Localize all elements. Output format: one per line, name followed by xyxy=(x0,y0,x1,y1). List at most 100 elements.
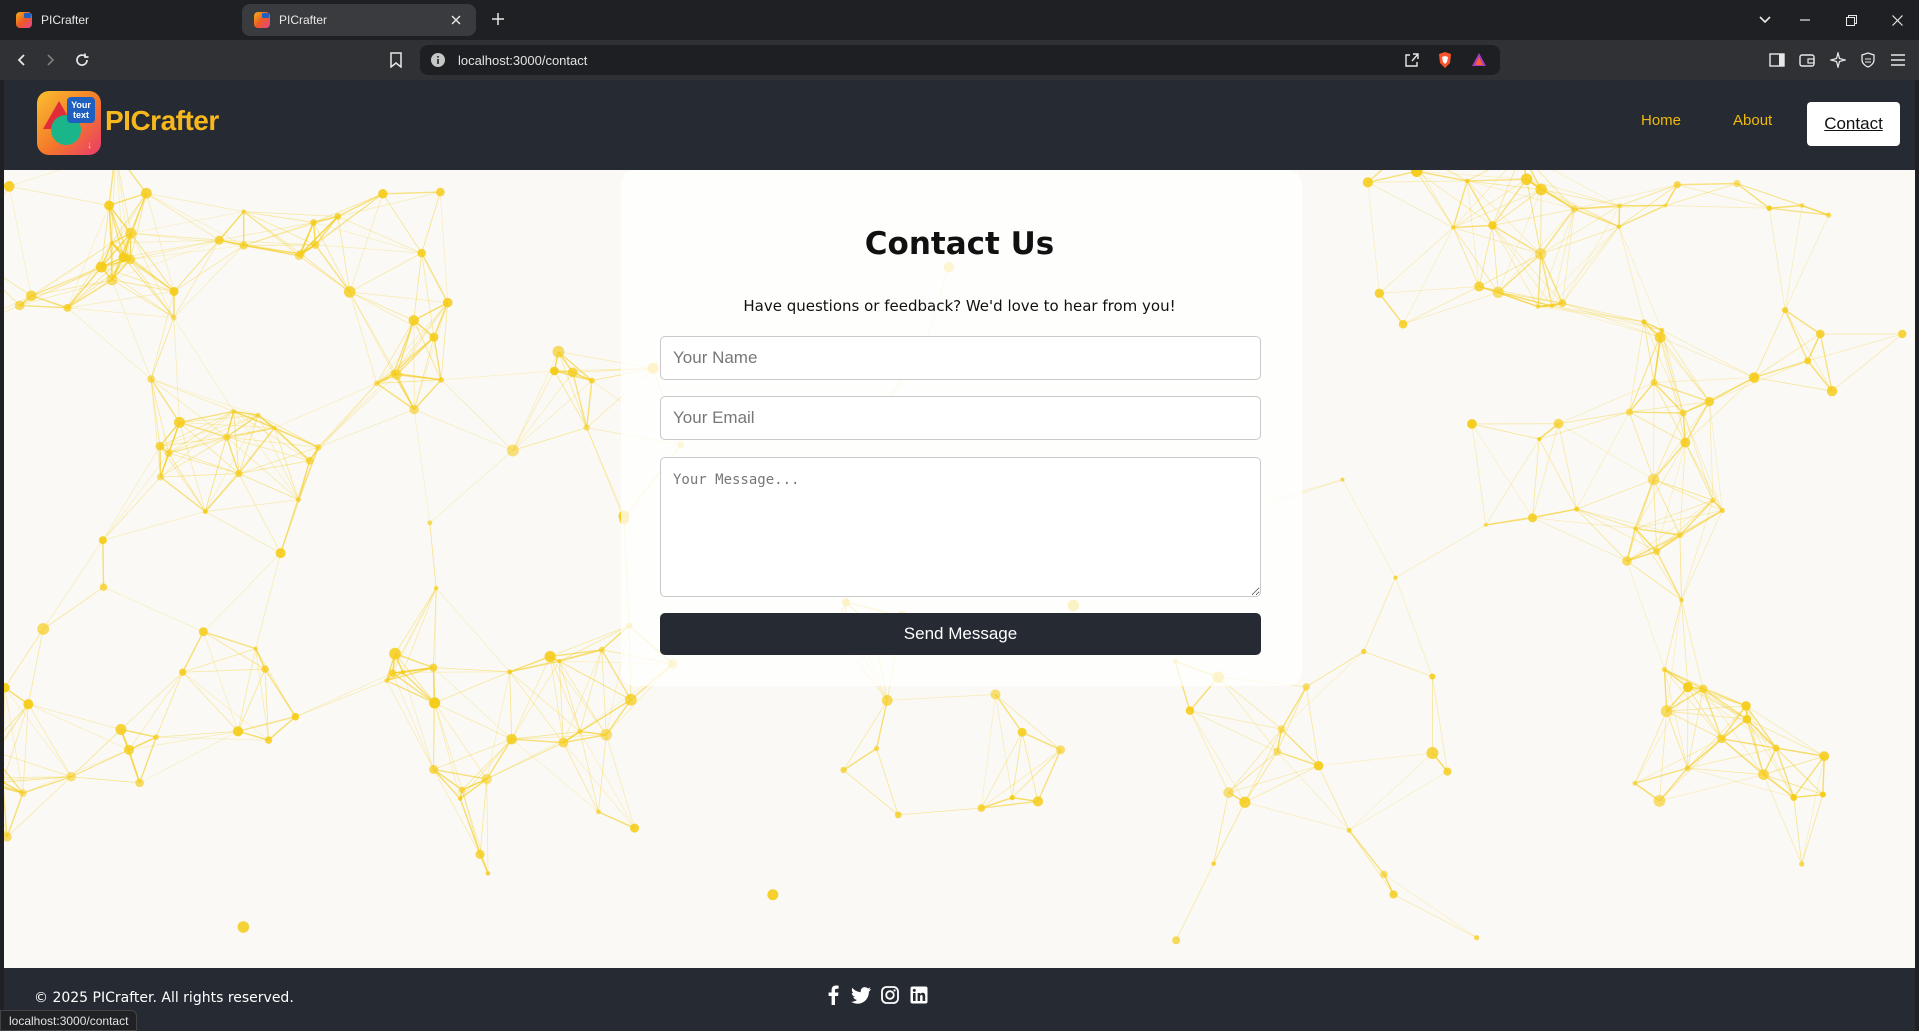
network-dot xyxy=(1650,379,1658,387)
instagram-icon[interactable] xyxy=(879,984,901,1006)
network-dot xyxy=(1676,532,1683,539)
network-line xyxy=(598,811,635,829)
site-header: Your text ↓ PICrafter Home About Contact xyxy=(4,80,1915,170)
network-dot xyxy=(1346,827,1352,833)
network-line xyxy=(1736,182,1770,209)
site-favicon-icon xyxy=(254,12,270,28)
nav-contact-link[interactable]: Contact xyxy=(1807,102,1900,146)
network-line xyxy=(1467,178,1527,182)
network-line xyxy=(434,702,463,791)
network-line xyxy=(1228,728,1282,793)
network-line xyxy=(42,539,104,630)
network-dot xyxy=(275,548,286,559)
brave-shields-icon[interactable] xyxy=(1435,50,1455,70)
network-dot xyxy=(1663,203,1668,208)
leo-ai-icon[interactable] xyxy=(1828,50,1848,70)
network-line xyxy=(1659,336,1755,378)
network-line xyxy=(1280,728,1320,767)
network-dot xyxy=(315,444,322,451)
name-input[interactable] xyxy=(660,336,1261,380)
facebook-icon[interactable] xyxy=(822,984,844,1006)
site-info-icon[interactable] xyxy=(430,52,446,68)
network-line xyxy=(1666,600,1682,712)
network-line xyxy=(441,370,555,381)
back-icon[interactable] xyxy=(10,48,34,72)
network-line xyxy=(434,671,510,704)
nav-about-link[interactable]: About xyxy=(1733,112,1772,129)
bookmark-icon[interactable] xyxy=(384,48,408,72)
browser-tab-active[interactable]: PICrafter xyxy=(242,4,476,36)
reload-icon[interactable] xyxy=(70,48,94,72)
network-line xyxy=(22,749,130,794)
network-line xyxy=(512,370,555,451)
network-dot xyxy=(1032,796,1044,807)
network-dot xyxy=(305,456,314,465)
linkedin-icon[interactable] xyxy=(908,984,930,1006)
browser-tab[interactable]: PICrafter xyxy=(4,4,240,36)
network-dot xyxy=(1661,666,1668,673)
network-dot xyxy=(506,733,517,745)
network-dot xyxy=(99,583,108,592)
network-line xyxy=(1807,333,1903,362)
network-dot xyxy=(458,786,466,794)
network-dot xyxy=(1313,761,1324,771)
close-tab-icon[interactable] xyxy=(448,12,464,28)
network-line xyxy=(1681,500,1714,601)
network-line xyxy=(434,702,512,740)
message-textarea[interactable] xyxy=(660,457,1261,597)
network-dot xyxy=(1617,203,1623,209)
network-dot xyxy=(1570,205,1578,213)
network-dot xyxy=(1553,418,1564,429)
nav-home-link[interactable]: Home xyxy=(1641,112,1681,129)
network-dot xyxy=(106,274,118,286)
vpn-shield-icon[interactable] xyxy=(1858,50,1878,70)
sidebar-icon[interactable] xyxy=(1767,50,1787,70)
network-line xyxy=(1576,479,1654,510)
send-message-button[interactable]: Send Message xyxy=(660,613,1261,655)
network-dot xyxy=(1748,372,1760,383)
network-line xyxy=(150,378,181,423)
network-dot xyxy=(1632,780,1638,786)
share-icon[interactable] xyxy=(1402,50,1422,70)
tab-title: PICrafter xyxy=(41,13,90,27)
network-line xyxy=(4,703,29,732)
network-line xyxy=(6,792,24,838)
page-subtitle: Have questions or feedback? We'd love to… xyxy=(743,297,1176,315)
network-line xyxy=(159,445,240,474)
network-dot xyxy=(1790,794,1798,801)
network-line xyxy=(549,656,581,732)
restore-icon[interactable] xyxy=(1839,8,1863,32)
minimize-icon[interactable] xyxy=(1793,8,1817,32)
picrafter-logo[interactable]: Your text ↓ xyxy=(37,91,101,155)
close-window-icon[interactable] xyxy=(1885,8,1909,32)
network-line xyxy=(1037,749,1062,802)
brand-name[interactable]: PICrafter xyxy=(105,105,219,137)
network-line xyxy=(111,279,152,380)
address-url: localhost:3000/contact xyxy=(458,53,588,68)
network-dot xyxy=(1277,725,1286,734)
network-dot xyxy=(231,408,237,414)
network-line xyxy=(1363,577,1396,652)
forward-icon[interactable] xyxy=(38,48,62,72)
tab-search-chevron-icon[interactable] xyxy=(1753,8,1777,32)
network-line xyxy=(255,552,282,649)
network-dot xyxy=(389,647,401,660)
email-input[interactable] xyxy=(660,396,1261,440)
wallet-icon[interactable] xyxy=(1797,50,1817,70)
address-bar[interactable]: localhost:3000/contact xyxy=(420,45,1500,75)
network-dot xyxy=(1819,751,1830,762)
network-dot xyxy=(255,412,261,418)
twitter-icon[interactable] xyxy=(850,984,872,1006)
network-line xyxy=(203,552,281,633)
menu-icon[interactable] xyxy=(1888,50,1908,70)
network-line xyxy=(1348,830,1394,895)
network-line xyxy=(396,373,442,381)
brave-rewards-icon[interactable] xyxy=(1469,50,1489,70)
network-dot xyxy=(1474,935,1480,941)
network-line xyxy=(274,427,319,448)
network-line xyxy=(1801,794,1824,865)
network-line xyxy=(479,779,488,855)
network-line xyxy=(71,749,130,778)
network-line xyxy=(563,742,635,829)
new-tab-icon[interactable] xyxy=(487,8,509,30)
